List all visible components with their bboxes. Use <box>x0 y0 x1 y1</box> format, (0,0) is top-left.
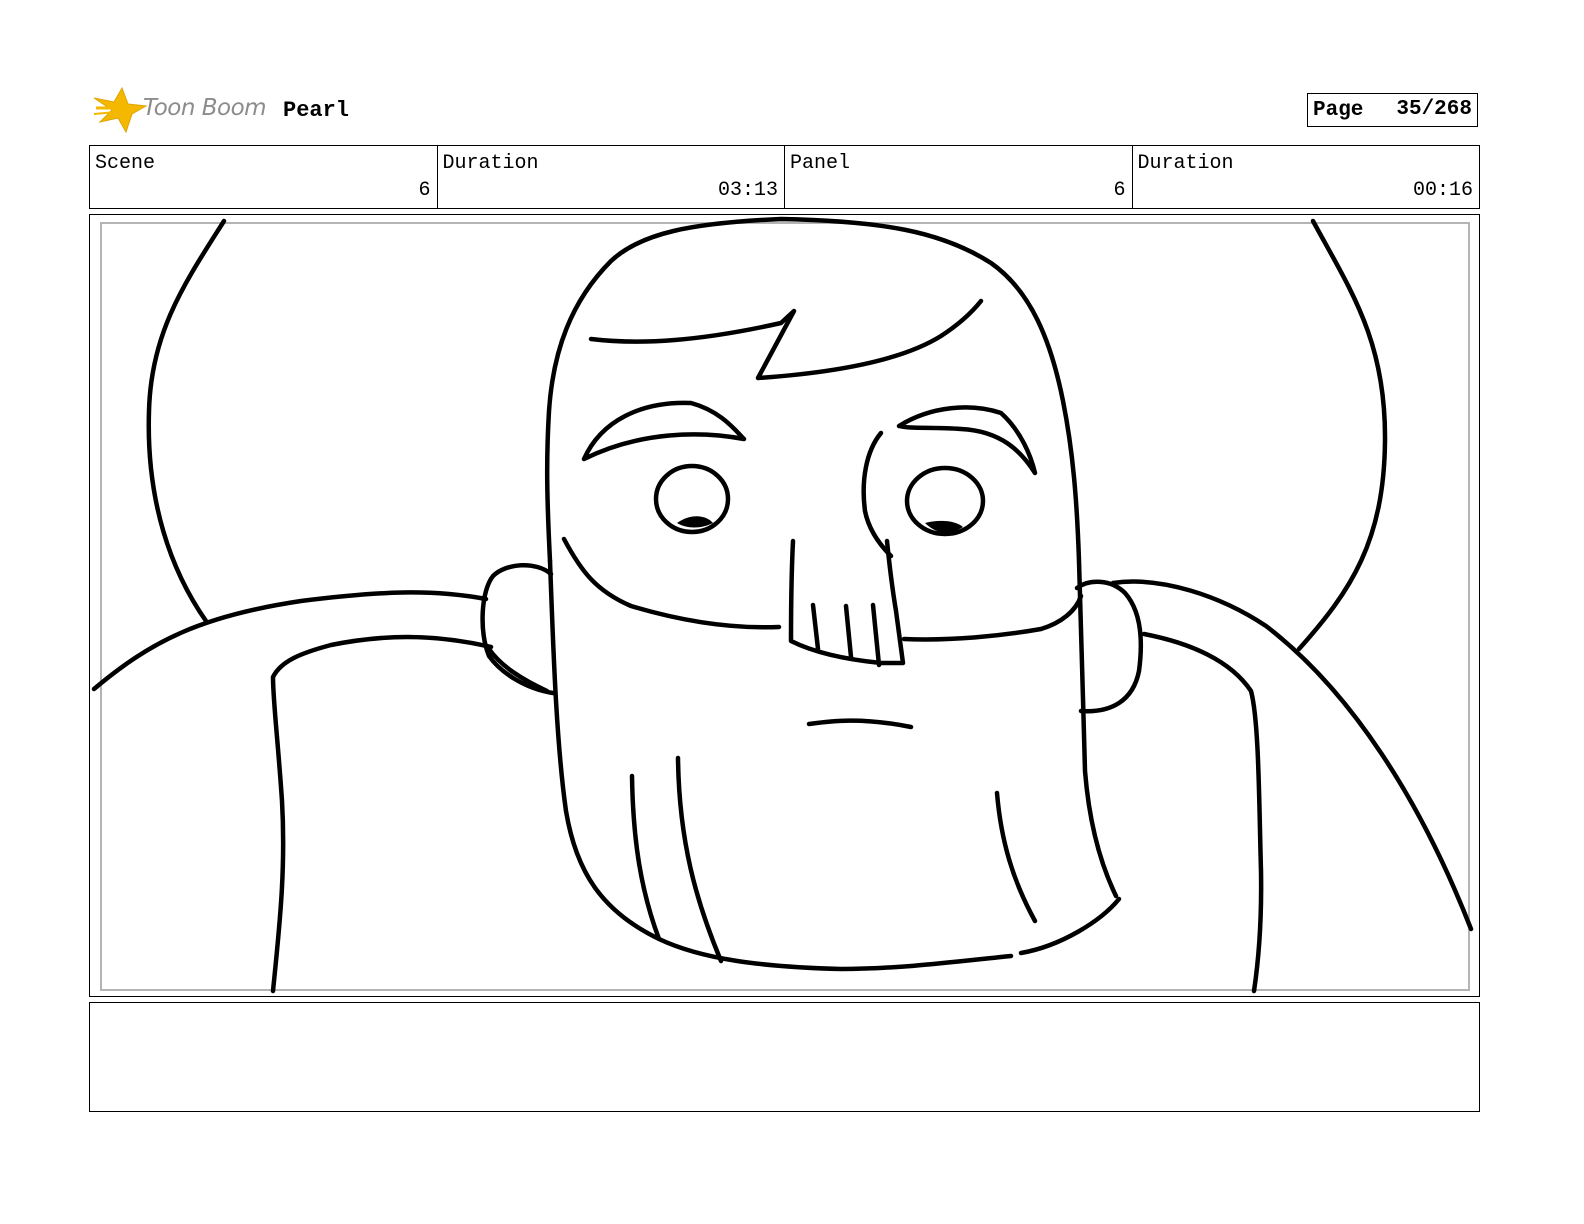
panel-value: 6 <box>1113 179 1126 202</box>
background-circle-right <box>1296 218 1388 652</box>
panel-label: Panel <box>790 152 851 175</box>
scene-duration-value: 03:13 <box>717 179 778 202</box>
beard-line-1 <box>629 773 662 942</box>
cheek-left <box>561 536 782 630</box>
mouth <box>806 718 914 730</box>
ear-left-inner <box>486 646 550 694</box>
scene-label: Scene <box>95 152 156 175</box>
panel-cell: Panel 6 <box>785 146 1133 208</box>
nose <box>788 538 906 666</box>
sketch-drawing <box>91 216 1474 994</box>
panel-info-bar: Scene 6 Duration 03:13 Panel 6 Duration … <box>89 145 1480 209</box>
scene-duration-cell: Duration 03:13 <box>438 146 785 208</box>
moustache-line-2 <box>843 603 854 660</box>
page-label: Page <box>1313 99 1364 122</box>
eye-socket-right <box>861 430 894 559</box>
project-title: Pearl <box>283 98 350 123</box>
torso-left <box>270 634 494 994</box>
moustache-line-1 <box>810 602 821 652</box>
background-circle-left <box>146 218 227 624</box>
beard-line-3 <box>994 790 1038 924</box>
scene-cell: Scene 6 <box>90 146 438 208</box>
shoulder-left <box>91 590 489 692</box>
cheek-right <box>901 593 1084 642</box>
panel-notes-box[interactable] <box>89 1002 1480 1112</box>
pupil-left <box>677 516 713 528</box>
scene-value: 6 <box>418 179 431 202</box>
torso-right <box>1141 631 1264 994</box>
jaw-right <box>1018 896 1122 956</box>
panel-duration-value: 00:16 <box>1412 179 1473 202</box>
moustache-line-3 <box>870 602 882 668</box>
shoulder-right <box>1110 579 1474 932</box>
page-indicator: Page 35/268 <box>1307 93 1478 127</box>
face-left-side <box>547 558 1014 972</box>
hair-fringe <box>588 298 984 381</box>
panel-duration-cell: Duration 00:16 <box>1133 146 1480 208</box>
eyebrow-right <box>896 405 1038 476</box>
page-number: 35/268 <box>1396 98 1472 121</box>
scene-duration-label: Duration <box>442 152 539 175</box>
panel-duration-label: Duration <box>1137 152 1234 175</box>
eyebrow-left <box>581 400 747 462</box>
logo-wordmark: Toon Boom <box>143 95 267 121</box>
beard-line-2 <box>675 755 724 964</box>
storyboard-panel <box>89 214 1480 997</box>
ear-right <box>1074 579 1144 714</box>
safe-frame <box>100 222 1470 991</box>
toon-boom-spark-icon <box>93 86 148 134</box>
